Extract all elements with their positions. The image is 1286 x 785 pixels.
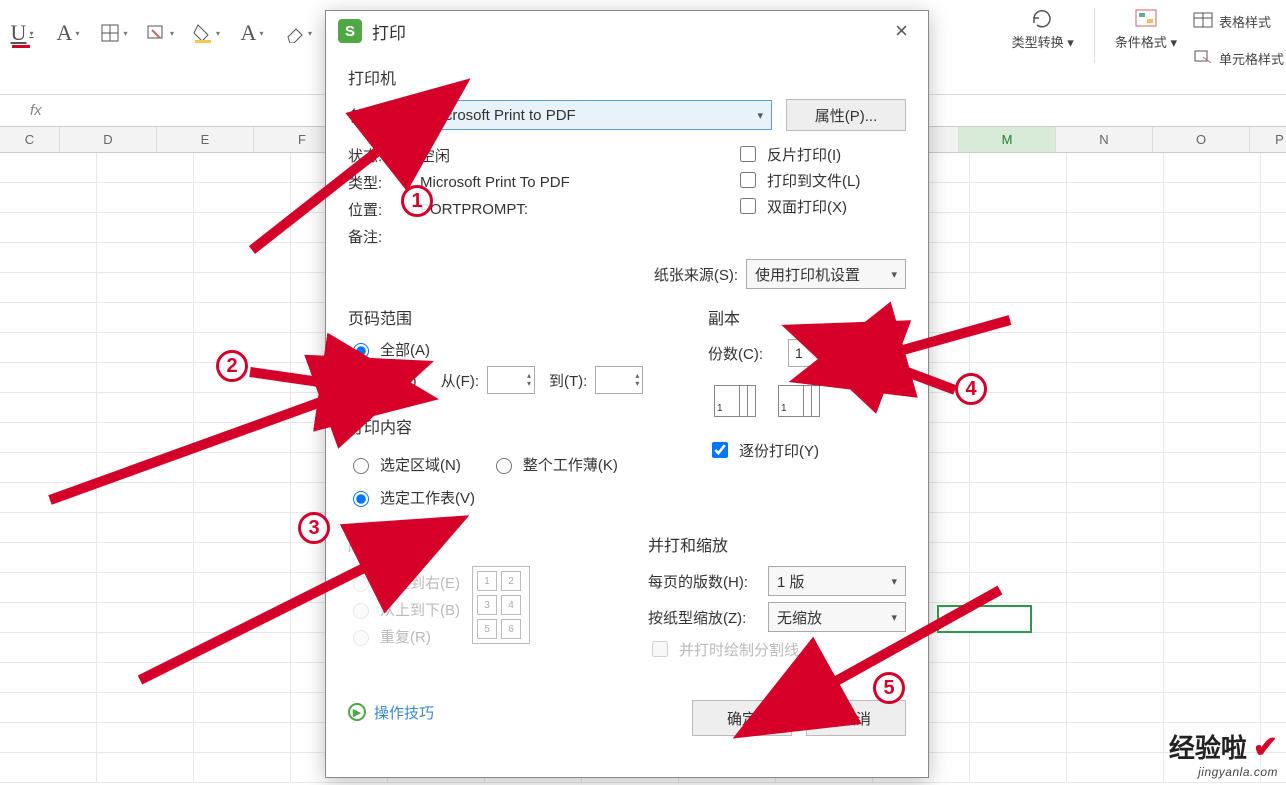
annotation-marker-3: 3	[298, 512, 330, 544]
annotation-marker-2: 2	[216, 350, 248, 382]
watermark: 经验啦✔ jingyanla.com	[1169, 728, 1278, 779]
annotation-marker-4: 4	[955, 373, 987, 405]
annotation-marker-1: 1	[401, 185, 433, 217]
annotation-marker-5: 5	[873, 672, 905, 704]
annotation-arrows	[0, 0, 1286, 785]
